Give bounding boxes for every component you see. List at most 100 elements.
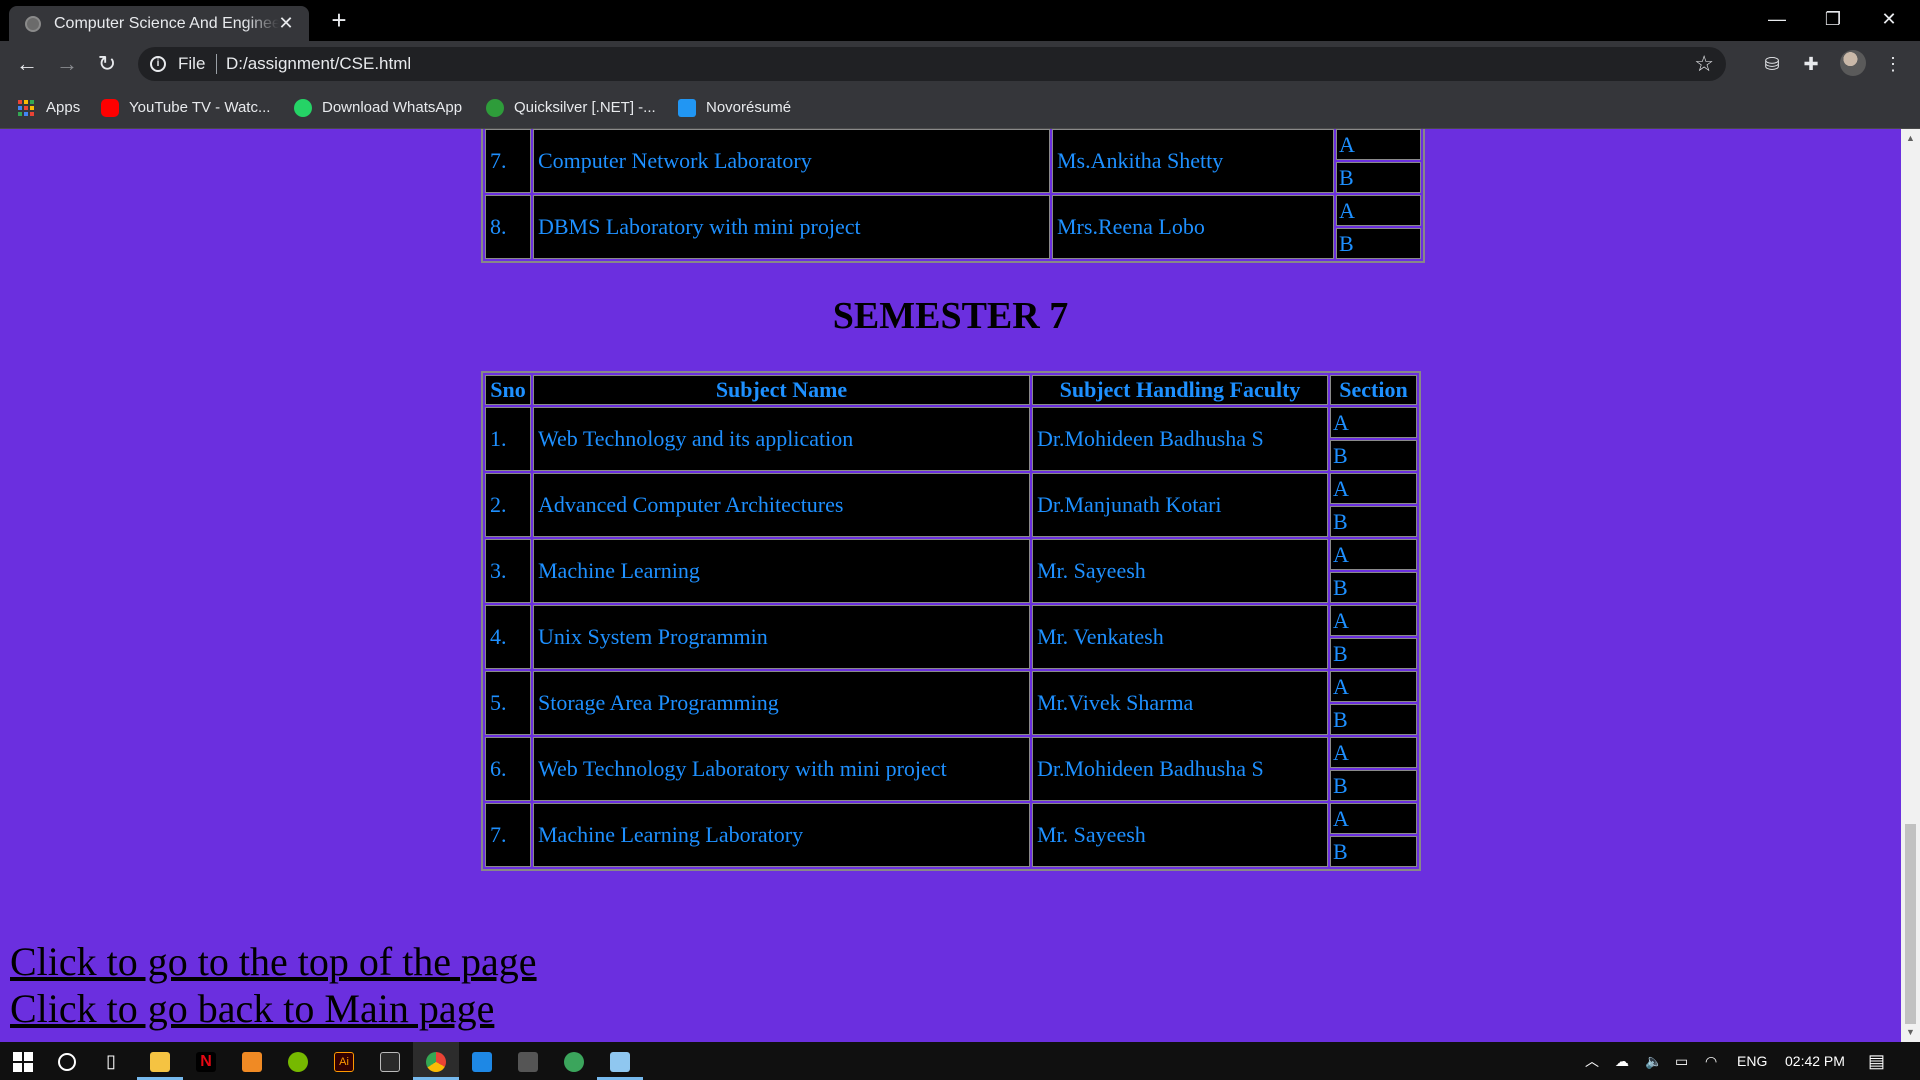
browser-toolbar: ← → ↻ i File D:/assignment/CSE.html ☆ ⛁ … [0,41,1920,87]
profile-avatar[interactable] [1840,50,1866,76]
page-scrollbar[interactable]: ▲ ▼ [1901,129,1920,1042]
faculty-cell: Mrs.Reena Lobo [1052,195,1334,259]
minimize-button[interactable]: — [1749,0,1805,41]
semester-7-table: Sno Subject Name Subject Handling Facult… [481,371,1421,871]
taskbar-illustrator[interactable]: Ai [321,1042,367,1080]
folder-icon [150,1052,170,1073]
language-indicator[interactable]: ENG [1737,1042,1767,1080]
taskbar-netflix[interactable]: N [183,1042,229,1080]
green-app-icon [564,1052,584,1073]
close-tab-icon[interactable]: ✕ [275,12,297,34]
taskbar-terminal[interactable] [367,1042,413,1080]
section-cell: B [1330,572,1417,603]
task-view-icon: ▯ [106,1051,116,1071]
table-row: 1. Web Technology and its application Dr… [485,407,1417,471]
sno-cell: 4. [485,605,531,669]
taskbar-video[interactable] [505,1042,551,1080]
address-bar[interactable]: i File D:/assignment/CSE.html ☆ [138,47,1726,81]
tab-bar: Computer Science And Engineering ✕ + — ❐… [0,0,1920,41]
restore-button[interactable]: ❐ [1805,0,1861,41]
tab-title: Computer Science And Engineering [54,15,279,32]
table-header-row: Sno Subject Name Subject Handling Facult… [485,375,1417,405]
bookmark-quicksilver[interactable]: Quicksilver [.NET] -... [486,87,656,129]
windows-logo-icon [13,1052,33,1073]
video-icon [518,1052,538,1073]
bookmark-star-icon[interactable]: ☆ [1694,51,1714,77]
browser-tab[interactable]: Computer Science And Engineering ✕ [9,6,309,41]
whatsapp-icon [294,99,312,118]
blue-app-icon [472,1052,492,1073]
faculty-cell: Mr. Sayeesh [1032,539,1328,603]
main-page-link[interactable]: Click to go back to Main page [10,985,494,1032]
scroll-up-icon[interactable]: ▲ [1906,133,1915,143]
faculty-cell: Dr.Mohideen Badhusha S [1032,737,1328,801]
table-row: 8. DBMS Laboratory with mini project Mrs… [485,195,1421,259]
extensions-puzzle-icon[interactable]: ✚ [1798,51,1824,77]
close-window-button[interactable]: ✕ [1861,0,1917,41]
table-row: 7. Computer Network Laboratory Ms.Ankith… [485,129,1421,193]
sno-cell: 6. [485,737,531,801]
show-hidden-icons[interactable]: ︿ [1585,1042,1599,1080]
taskbar-app-orange[interactable] [229,1042,275,1080]
extension-icon[interactable]: ⛁ [1759,51,1785,77]
sno-cell: 5. [485,671,531,735]
previous-semester-table: 7. Computer Network Laboratory Ms.Ankith… [481,129,1425,263]
volume-icon[interactable]: 🔈 [1645,1042,1662,1080]
section-cell: A [1330,473,1417,504]
address-separator [216,54,217,74]
battery-icon[interactable]: ▭ [1675,1042,1688,1080]
subject-cell: Unix System Programmin [533,605,1030,669]
clock[interactable]: 02:42 PM [1785,1042,1845,1080]
task-view-button[interactable]: ▯ [88,1042,134,1080]
bookmark-novoresume[interactable]: Novorésumé [678,87,791,129]
forward-button[interactable]: → [52,49,82,79]
taskbar-app-green[interactable] [551,1042,597,1080]
taskbar-chrome[interactable] [413,1042,459,1080]
novoresume-icon [678,99,696,118]
bookmark-whatsapp[interactable]: Download WhatsApp [294,87,462,129]
bookmark-label: Quicksilver [.NET] -... [514,99,656,116]
faculty-cell: Dr.Mohideen Badhusha S [1032,407,1328,471]
subject-cell: Web Technology Laboratory with mini proj… [533,737,1030,801]
table-row: 4. Unix System Programmin Mr. Venkatesh … [485,605,1417,669]
subject-cell: DBMS Laboratory with mini project [533,195,1050,259]
taskbar-nvidia[interactable] [275,1042,321,1080]
search-circle-icon [58,1053,76,1072]
table-row: 2. Advanced Computer Architectures Dr.Ma… [485,473,1417,537]
back-button[interactable]: ← [12,49,42,79]
section-cell: A [1330,737,1417,768]
start-button[interactable] [0,1042,46,1080]
apps-grid-icon [18,100,34,117]
taskbar-notepad[interactable] [597,1042,643,1080]
taskbar-file-explorer[interactable] [137,1042,183,1080]
subject-cell: Advanced Computer Architectures [533,473,1030,537]
onedrive-icon[interactable]: ☁ [1615,1042,1629,1080]
wifi-icon[interactable]: ◠ [1705,1042,1717,1080]
bookmark-youtube-tv[interactable]: YouTube TV - Watc... [101,87,270,129]
sno-cell: 7. [485,129,531,193]
faculty-cell: Ms.Ankitha Shetty [1052,129,1334,193]
top-of-page-link[interactable]: Click to go to the top of the page [10,938,537,985]
notepad-icon [610,1052,630,1073]
taskbar-app-blue[interactable] [459,1042,505,1080]
menu-dots-icon[interactable]: ⋮ [1880,51,1906,77]
table-row: 6. Web Technology Laboratory with mini p… [485,737,1417,801]
header-section: Section [1330,375,1417,405]
site-info-icon[interactable]: i [150,56,166,72]
semester-heading: SEMESTER 7 [832,295,1069,337]
faculty-cell: Mr. Sayeesh [1032,803,1328,867]
scroll-down-icon[interactable]: ▼ [1906,1027,1915,1037]
address-url[interactable]: D:/assignment/CSE.html [226,54,411,74]
section-cell: B [1330,440,1417,471]
bookmark-label: Novorésumé [706,99,792,116]
bookmark-label: Download WhatsApp [322,99,463,116]
reload-button[interactable]: ↻ [92,49,122,79]
search-button[interactable] [44,1042,90,1080]
section-cell: B [1336,228,1421,259]
notifications-icon[interactable]: ▤ [1868,1042,1885,1080]
bookmark-apps[interactable]: Apps [18,87,80,129]
scroll-thumb[interactable] [1905,824,1916,1024]
new-tab-button[interactable]: + [325,6,353,34]
section-cell: B [1330,704,1417,735]
section-cell: A [1330,407,1417,438]
